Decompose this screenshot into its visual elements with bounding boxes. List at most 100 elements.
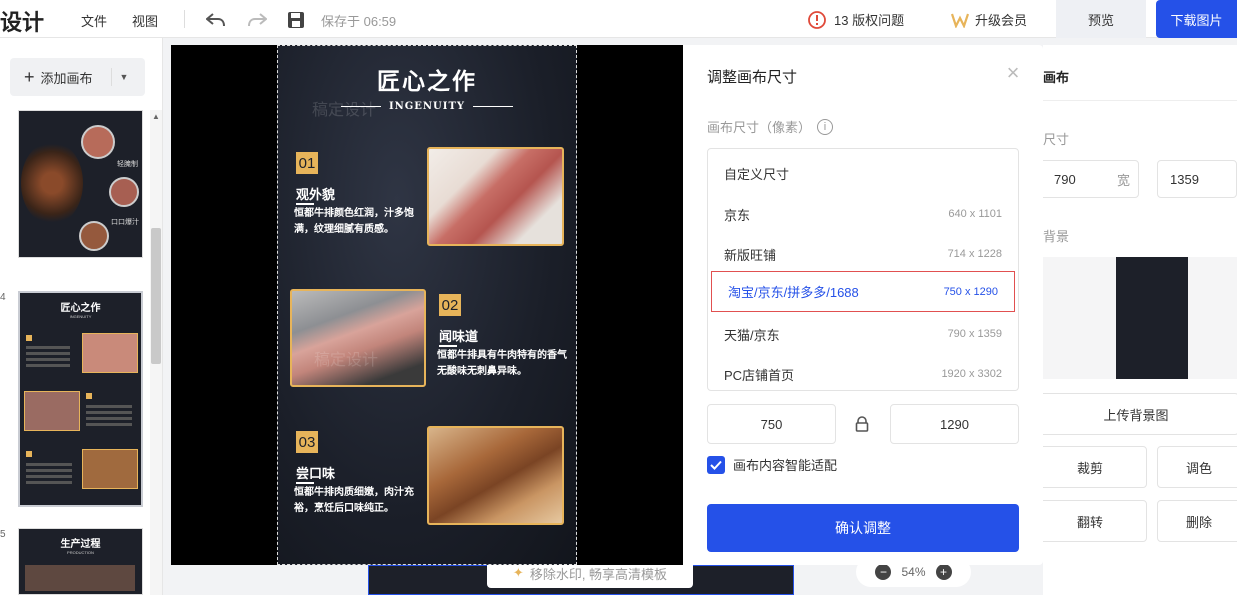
panel-heading: 画布: [1043, 70, 1070, 85]
section-underline: [296, 203, 314, 205]
page-thumbnail-3[interactable]: 轻腌制 口口爆汁: [18, 110, 143, 258]
save-icon[interactable]: [285, 9, 307, 31]
width-value: 790: [1054, 171, 1076, 187]
upgrade-vip[interactable]: 升级会员: [951, 10, 1027, 29]
preview-button[interactable]: 预览: [1056, 0, 1146, 38]
width-input[interactable]: 750: [707, 404, 836, 444]
delete-button[interactable]: 删除: [1157, 500, 1237, 542]
smart-fit-checkbox[interactable]: [707, 455, 725, 474]
option-dim: 714 x 1228: [947, 248, 1002, 260]
page-number: 4: [0, 292, 6, 303]
section-title: 闻味道: [439, 329, 479, 344]
size-option-wangpu[interactable]: 新版旺铺 714 x 1228: [708, 234, 1018, 274]
right-panel: 画布 尺寸 790 宽 1359 背景 上传背景图 裁剪 调色 翻转 删除: [1033, 45, 1237, 595]
redo-icon[interactable]: [246, 9, 268, 31]
poster-canvas[interactable]: 匠心之作 INGENUITY 稿定设计 01 观外貌 恒都牛排颜色红润，汁多饱满…: [277, 45, 577, 565]
thumb-tag: 轻腌制: [117, 161, 138, 168]
meat-image: [79, 221, 109, 251]
watermark: 稿定设计: [314, 352, 379, 369]
width-field[interactable]: 790 宽: [1033, 160, 1139, 198]
confirm-resize-button[interactable]: 确认调整: [707, 504, 1019, 552]
size-option-pc-home[interactable]: PC店铺首页 1920 x 3302: [708, 354, 1018, 390]
page-number: 5: [0, 529, 6, 540]
caret-down-icon[interactable]: ▼: [120, 72, 129, 82]
steak-photo: [427, 426, 564, 525]
section-number: 02: [439, 294, 461, 316]
undo-icon[interactable]: [205, 9, 227, 31]
scrollbar-thumb[interactable]: [151, 228, 161, 364]
thumb-text-block: [26, 346, 70, 368]
crop-button[interactable]: 裁剪: [1033, 446, 1147, 488]
copyright-issues[interactable]: 13 版权问题: [808, 10, 904, 29]
download-button[interactable]: 下载图片: [1156, 0, 1237, 38]
thumb-tag: 口口爆汁: [111, 219, 139, 226]
thumb-num: [86, 393, 92, 399]
section-underline: [439, 345, 457, 347]
thumb-num: [26, 335, 32, 341]
thumb-text-block: [86, 405, 132, 427]
save-status: 保存于 06:59: [321, 14, 397, 29]
thumb-title: 匠心之作: [60, 303, 101, 314]
add-canvas-button[interactable]: + 添加画布 ▼: [10, 58, 145, 96]
option-dim: 640 x 1101: [948, 208, 1002, 220]
tone-button[interactable]: 调色: [1157, 446, 1237, 488]
steak-photo: [290, 289, 426, 387]
option-dim: 1920 x 3302: [941, 368, 1002, 380]
plus-icon: +: [24, 66, 35, 87]
menu-view[interactable]: 视图: [132, 11, 158, 30]
background-label: 背景: [1043, 229, 1070, 244]
size-option-custom[interactable]: 自定义尺寸: [708, 153, 1018, 193]
option-dim: 750 x 1290: [943, 285, 998, 298]
size-label: 尺寸: [1043, 132, 1070, 147]
zoom-in-icon[interactable]: +: [935, 564, 952, 580]
thumb-photo: [82, 333, 138, 373]
height-field[interactable]: 1359: [1157, 160, 1237, 198]
section-number: 03: [296, 431, 318, 453]
close-icon[interactable]: ×: [1003, 62, 1023, 84]
page-thumbnail-4[interactable]: 匠心之作 INGENUITY: [18, 291, 143, 507]
thumb-text-block: [26, 463, 72, 485]
thumb-photo: [25, 565, 135, 591]
section-underline: [296, 482, 314, 484]
menu-file[interactable]: 文件: [81, 11, 107, 30]
size-preset-list: 自定义尺寸 京东 640 x 1101 新版旺铺 714 x 1228 淘宝/京…: [707, 148, 1019, 391]
flip-button[interactable]: 翻转: [1033, 500, 1147, 542]
steak-image: [21, 141, 83, 225]
option-name: 自定义尺寸: [724, 166, 790, 182]
vip-icon: ✦: [512, 565, 524, 580]
divider: [1043, 100, 1237, 101]
thumb-title: 生产过程: [60, 539, 101, 550]
lock-icon[interactable]: [855, 416, 869, 437]
option-name: 天猫/京东: [724, 327, 780, 343]
watermark: 稿定设计: [312, 102, 377, 119]
canvas-size-label: 画布尺寸（像素） i: [707, 117, 834, 136]
thumb-subtitle: INGENUITY: [69, 314, 92, 319]
option-name: 京东: [724, 207, 751, 223]
add-canvas-label: 添加画布: [40, 70, 93, 86]
vip-icon: [951, 13, 969, 28]
thumb-photo: [24, 391, 80, 431]
thumb-num: [26, 451, 32, 457]
smart-fit-option[interactable]: 画布内容智能适配: [707, 455, 837, 474]
size-option-jd[interactable]: 京东 640 x 1101: [708, 194, 1018, 234]
size-option-tmall[interactable]: 天猫/京东 790 x 1359: [708, 314, 1018, 354]
remove-watermark-label: 移除水印, 畅享高清模板: [529, 566, 668, 582]
zoom-level: 54%: [901, 565, 926, 579]
scroll-up-icon[interactable]: ▲: [152, 112, 160, 121]
warning-icon: [808, 10, 826, 29]
info-icon[interactable]: i: [817, 118, 834, 135]
page-thumbnail-5[interactable]: 生产过程 PRODUCTION: [18, 528, 143, 595]
background-thumb: [1116, 257, 1188, 379]
section-desc: 恒都牛排肉质细嫩，肉汁充裕，烹饪后口味纯正。: [294, 487, 414, 514]
zoom-out-icon[interactable]: −: [875, 564, 892, 580]
issues-label: 13 版权问题: [834, 13, 905, 28]
poster-title: 匠心之作: [377, 68, 477, 95]
canvas-size-text: 画布尺寸（像素）: [707, 120, 812, 135]
option-dim: 790 x 1359: [947, 328, 1002, 340]
background-preview: [1043, 257, 1237, 379]
section-number: 01: [296, 152, 318, 174]
upload-background-button[interactable]: 上传背景图: [1033, 393, 1237, 435]
resize-canvas-dialog: 调整画布尺寸 × 画布尺寸（像素） i 自定义尺寸 京东 640 x 1101 …: [683, 45, 1043, 565]
height-input[interactable]: 1290: [890, 404, 1019, 444]
size-option-taobao-selected[interactable]: 淘宝/京东/拼多多/1688 750 x 1290: [711, 271, 1015, 312]
